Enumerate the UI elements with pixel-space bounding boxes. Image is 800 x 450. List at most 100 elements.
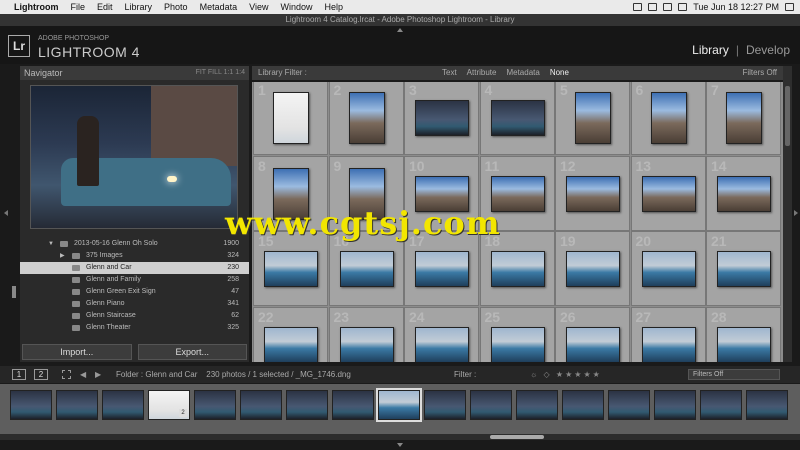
folder-row[interactable]: Glenn Staircase 62	[20, 310, 249, 322]
volume-icon[interactable]	[663, 3, 673, 11]
grid-cell[interactable]: 3	[404, 82, 479, 155]
navigator-zoom-options[interactable]: FIT FILL 1:1 1:4	[196, 66, 245, 80]
left-panel-toggle-icon[interactable]	[4, 210, 8, 216]
photo-thumbnail[interactable]	[415, 251, 469, 287]
right-panel-toggle-icon[interactable]	[794, 210, 798, 216]
photo-thumbnail[interactable]	[415, 100, 469, 136]
filmstrip-thumbnail[interactable]	[194, 390, 236, 420]
filmstrip-filter-dropdown[interactable]: Filters Off	[688, 369, 780, 380]
grid-view-icon[interactable]	[62, 370, 71, 379]
menu-help[interactable]: Help	[324, 2, 343, 12]
filmstrip-thumbnail[interactable]	[56, 390, 98, 420]
menu-library[interactable]: Library	[125, 2, 153, 12]
photo-thumbnail[interactable]	[717, 326, 771, 362]
battery-icon[interactable]	[678, 3, 688, 11]
folder-row[interactable]: Glenn Green Exit Sign 47	[20, 286, 249, 298]
filmstrip-thumbnail[interactable]	[608, 390, 650, 420]
filmstrip-thumbnail[interactable]	[376, 388, 422, 422]
menu-app-lightroom[interactable]: Lightroom	[14, 2, 59, 12]
photo-thumbnail[interactable]	[566, 326, 620, 362]
filmstrip-thumbnail[interactable]	[562, 390, 604, 420]
menu-photo[interactable]: Photo	[164, 2, 188, 12]
grid-cell[interactable]: 15	[253, 231, 328, 306]
import-button[interactable]: Import...	[22, 344, 132, 360]
photo-thumbnail[interactable]	[348, 92, 385, 144]
filmstrip-source-info[interactable]: Folder : Glenn and Car 230 photos / 1 se…	[116, 366, 351, 383]
photo-thumbnail[interactable]	[726, 92, 762, 144]
back-arrow-icon[interactable]: ◀	[80, 366, 86, 383]
grid-cell[interactable]: 20	[630, 231, 706, 306]
top-panel-toggle-icon[interactable]	[397, 28, 403, 32]
primary-monitor-button[interactable]: 1	[12, 369, 26, 380]
filter-option-attribute[interactable]: Attribute	[467, 66, 497, 80]
filmstrip-thumbnail[interactable]	[700, 390, 742, 420]
folder-row[interactable]: ▼ 2013-05-16 Glenn Oh Solo 1900	[20, 238, 249, 250]
forward-arrow-icon[interactable]: ▶	[95, 366, 101, 383]
grid-cell[interactable]: 6	[630, 82, 706, 155]
menu-view[interactable]: View	[249, 2, 268, 12]
grid-cell[interactable]: 27	[630, 306, 706, 362]
filmstrip-thumbnail[interactable]	[516, 390, 558, 420]
grid-cell[interactable]: 1	[253, 82, 328, 155]
photo-thumbnail[interactable]	[566, 251, 620, 287]
filmstrip-scrollbar[interactable]	[0, 434, 800, 440]
navigator-preview[interactable]	[30, 85, 238, 229]
filmstrip-thumbnail[interactable]	[102, 390, 144, 420]
module-develop[interactable]: Develop	[746, 43, 790, 57]
folder-row[interactable]: Glenn Theater 325	[20, 322, 249, 334]
photo-thumbnail[interactable]	[490, 100, 545, 136]
module-library[interactable]: Library	[692, 43, 729, 57]
grid-cell[interactable]: 2	[328, 82, 404, 155]
folder-row[interactable]: Glenn and Family 258	[20, 274, 249, 286]
grid-cell[interactable]: 5	[555, 82, 630, 155]
photo-thumbnail[interactable]	[339, 251, 394, 287]
wifi-icon[interactable]	[648, 3, 658, 11]
photo-thumbnail[interactable]	[650, 92, 687, 144]
menu-window[interactable]: Window	[280, 2, 312, 12]
photo-thumbnail[interactable]	[273, 92, 309, 144]
filmstrip-thumbnail[interactable]	[746, 390, 788, 420]
grid-cell[interactable]: 4	[479, 82, 555, 155]
spotlight-search-icon[interactable]	[785, 3, 794, 11]
filmstrip-thumbnail[interactable]	[332, 390, 374, 420]
menu-file[interactable]: File	[71, 2, 86, 12]
photo-thumbnail[interactable]	[264, 326, 318, 362]
filmstrip-thumbnail[interactable]	[10, 390, 52, 420]
folder-row[interactable]: Glenn Piano 341	[20, 298, 249, 310]
filter-option-text[interactable]: Text	[442, 66, 457, 80]
photo-thumbnail[interactable]	[717, 175, 771, 212]
photo-thumbnail[interactable]	[641, 326, 696, 362]
filmstrip-thumbnail[interactable]	[424, 390, 466, 420]
photo-thumbnail[interactable]	[339, 326, 394, 362]
photo-thumbnail[interactable]	[717, 251, 771, 287]
filmstrip-thumbnail[interactable]	[654, 390, 696, 420]
grid-cell[interactable]: 22	[253, 306, 328, 362]
grid-cell[interactable]: 12	[555, 155, 630, 231]
filmstrip-scrollbar-thumb[interactable]	[490, 435, 544, 439]
grid-cell[interactable]: 23	[328, 306, 404, 362]
menu-edit[interactable]: Edit	[97, 2, 113, 12]
grid-cell[interactable]: 26	[555, 306, 630, 362]
grid-cell[interactable]: 28	[706, 306, 781, 362]
grid-cell[interactable]: 17	[404, 231, 479, 306]
grid-cell[interactable]: 18	[479, 231, 555, 306]
grid-cell[interactable]: 16	[328, 231, 404, 306]
disclosure-closed-icon[interactable]: ▶	[60, 250, 65, 262]
filmstrip-thumbnail[interactable]	[470, 390, 512, 420]
disclosure-open-icon[interactable]: ▼	[48, 238, 54, 250]
rating-filter-icon[interactable]: ☼ ◇ ★★★★★	[530, 366, 602, 383]
grid-cell[interactable]: 25	[479, 306, 555, 362]
grid-cell[interactable]: 7	[706, 82, 781, 155]
photo-thumbnail[interactable]	[264, 251, 318, 287]
grid-cell[interactable]: 21	[706, 231, 781, 306]
grid-scrollbar[interactable]	[783, 66, 792, 362]
bottom-panel-toggle-icon[interactable]	[397, 443, 403, 447]
filters-off-dropdown[interactable]: Filters Off	[742, 66, 777, 80]
export-button[interactable]: Export...	[137, 344, 247, 360]
filter-option-metadata[interactable]: Metadata	[506, 66, 539, 80]
photo-thumbnail[interactable]	[490, 326, 545, 362]
left-panel-handle[interactable]	[12, 286, 16, 298]
photo-thumbnail[interactable]	[641, 175, 696, 212]
folder-row[interactable]: ▶ 375 Images 324	[20, 250, 249, 262]
filmstrip-thumbnail[interactable]: 2	[148, 390, 190, 420]
